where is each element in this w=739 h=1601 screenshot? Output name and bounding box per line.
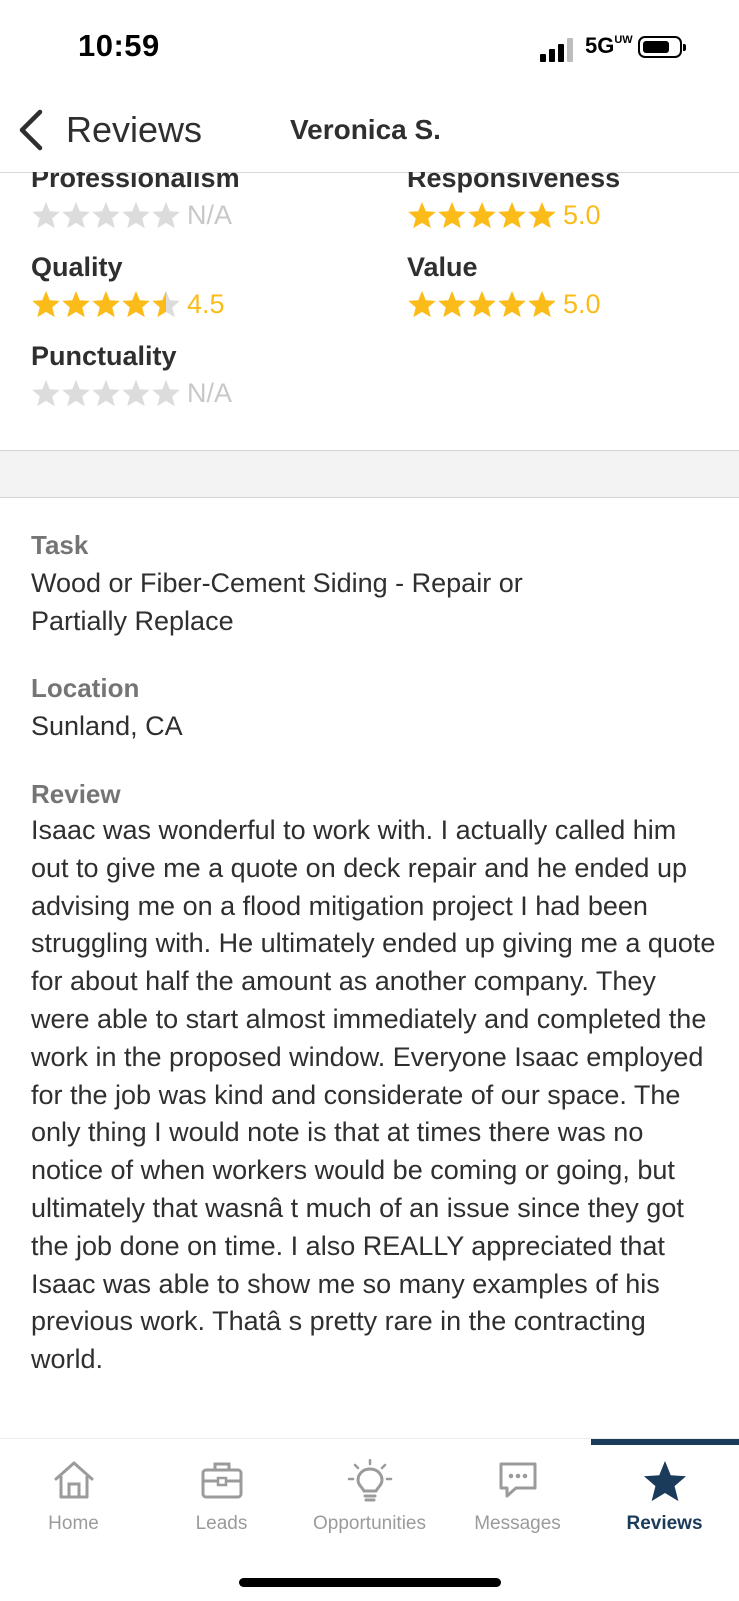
rating-label: Quality bbox=[31, 252, 123, 282]
rating-label: Responsiveness bbox=[407, 172, 621, 193]
rating-value: 5.0 bbox=[563, 199, 601, 230]
star-icon bbox=[92, 379, 120, 407]
rating-punctuality: Punctuality N/A bbox=[31, 339, 232, 411]
signal-strength-icon bbox=[540, 38, 576, 62]
back-button[interactable]: Reviews bbox=[14, 102, 244, 158]
star-icon bbox=[438, 290, 466, 318]
star-icon bbox=[62, 290, 90, 318]
tab-label: Reviews bbox=[626, 1513, 703, 1534]
location-label: Location bbox=[31, 673, 140, 703]
star-icon bbox=[152, 201, 180, 229]
star-icon bbox=[62, 379, 90, 407]
review-text: Isaac was wonderful to work with. I actu… bbox=[31, 815, 716, 1375]
rating-professionalism: Professionalism N/A bbox=[31, 172, 240, 233]
tab-label: Messages bbox=[474, 1513, 561, 1534]
star-rating-icon bbox=[31, 200, 181, 230]
nav-header: Reviews Veronica S. bbox=[0, 96, 739, 173]
page-title: Veronica S. bbox=[290, 114, 441, 145]
star-icon bbox=[468, 201, 496, 229]
briefcase-icon bbox=[201, 1462, 242, 1499]
network-indicator: 5GUW bbox=[585, 33, 633, 58]
rating-value: 4.5 bbox=[187, 288, 225, 319]
star-rating-icon bbox=[31, 289, 181, 319]
chat-icon bbox=[499, 1462, 536, 1498]
tab-label: Leads bbox=[195, 1513, 248, 1534]
task-text: Wood or Fiber-Cement Siding - Repair or … bbox=[31, 568, 523, 636]
tab-leads[interactable]: Leads bbox=[148, 1439, 295, 1549]
rating-value: 5.0 bbox=[563, 288, 601, 319]
status-bar: 10:59 5GUW bbox=[0, 0, 739, 96]
star-icon bbox=[32, 379, 60, 407]
rating-label: Value bbox=[407, 252, 478, 282]
star-icon bbox=[152, 379, 180, 407]
star-rating-icon bbox=[31, 378, 181, 408]
rating-quality: Quality 4.5 bbox=[31, 250, 225, 322]
star-icon bbox=[408, 201, 436, 229]
home-indicator bbox=[239, 1578, 501, 1587]
star-icon bbox=[498, 201, 526, 229]
star-icon bbox=[122, 290, 150, 318]
star-icon bbox=[528, 290, 556, 318]
tab-label: Home bbox=[48, 1513, 99, 1534]
star-icon bbox=[62, 201, 90, 229]
tab-opportunities[interactable]: Opportunities bbox=[296, 1439, 443, 1549]
rating-value: N/A bbox=[187, 377, 233, 408]
review-label: Review bbox=[31, 779, 121, 809]
tab-messages[interactable]: Messages bbox=[444, 1439, 591, 1549]
battery-icon bbox=[638, 36, 686, 58]
tab-home[interactable]: Home bbox=[0, 1439, 147, 1549]
task-label: Task bbox=[31, 530, 89, 560]
star-icon bbox=[408, 290, 436, 318]
tab-reviews[interactable]: Reviews bbox=[591, 1439, 738, 1549]
star-icon bbox=[122, 201, 150, 229]
rating-label: Punctuality bbox=[31, 341, 177, 371]
star-icon bbox=[122, 379, 150, 407]
star-icon bbox=[32, 201, 60, 229]
star-icon bbox=[528, 201, 556, 229]
star-rating-icon bbox=[407, 200, 557, 230]
ratings-grid: Professionalism N/A Responsiveness 5.0 Q… bbox=[0, 172, 739, 450]
star-icon bbox=[643, 1460, 686, 1502]
star-icon bbox=[438, 201, 466, 229]
rating-value: N/A bbox=[187, 199, 233, 230]
tab-label: Opportunities bbox=[312, 1513, 426, 1534]
star-icon bbox=[92, 201, 120, 229]
star-icon bbox=[498, 290, 526, 318]
rating-value-category: Value 5.0 bbox=[407, 250, 601, 322]
status-time: 10:59 bbox=[78, 28, 160, 63]
star-rating-icon bbox=[407, 289, 557, 319]
star-icon bbox=[92, 290, 120, 318]
location-text: Sunland, CA bbox=[31, 711, 183, 741]
chevron-left-icon bbox=[19, 109, 43, 151]
tab-bar: Home Leads Opportunities Messages Review… bbox=[0, 1438, 739, 1601]
rating-responsiveness: Responsiveness 5.0 bbox=[407, 172, 620, 233]
star-icon bbox=[152, 290, 180, 318]
home-icon bbox=[54, 1461, 93, 1499]
rating-label: Professionalism bbox=[31, 172, 240, 193]
lightbulb-icon bbox=[347, 1459, 392, 1502]
back-label: Reviews bbox=[66, 109, 203, 150]
star-icon bbox=[32, 290, 60, 318]
section-divider bbox=[0, 450, 739, 498]
star-icon bbox=[468, 290, 496, 318]
